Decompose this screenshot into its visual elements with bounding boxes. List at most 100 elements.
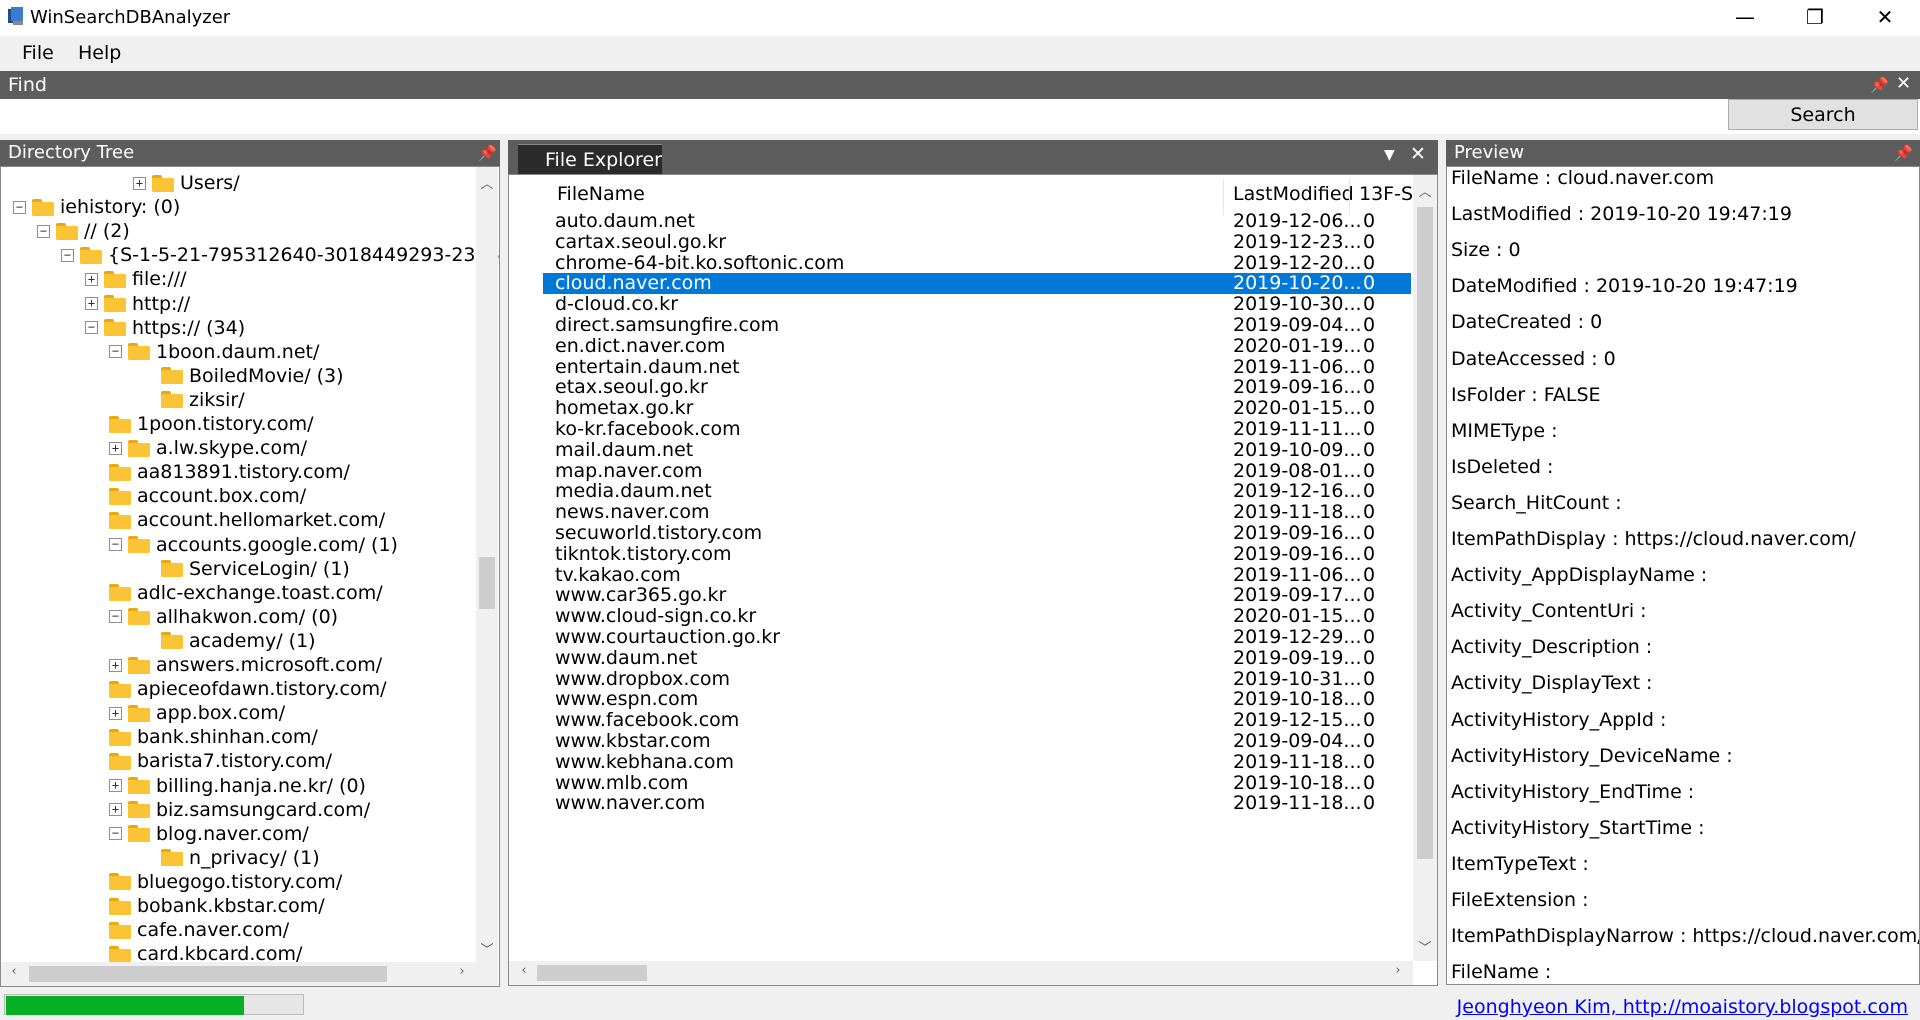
scroll-down-icon[interactable]: ﹀ [1416, 937, 1434, 956]
file-vertical-scrollbar[interactable]: ︿ ﹀ [1413, 175, 1437, 961]
tree-item[interactable]: 1poon.tistory.com/ [109, 412, 314, 436]
table-row[interactable]: www.espn.com 2019-10-18... 0 [543, 688, 1411, 710]
table-row[interactable]: d-cloud.co.kr 2019-10-30... 0 [543, 293, 1411, 315]
minimize-button[interactable]: — [1710, 0, 1780, 34]
tree-item[interactable]: − 1boon.daum.net/ [109, 340, 319, 364]
scroll-right-icon[interactable]: › [453, 964, 471, 979]
table-row[interactable]: www.kebhana.com 2019-11-18... 0 [543, 751, 1411, 773]
column-lastmodified[interactable]: LastModified [1233, 183, 1354, 205]
table-row[interactable]: entertain.daum.net 2019-11-06... 0 [543, 356, 1411, 378]
expand-icon[interactable]: + [133, 176, 146, 190]
table-row[interactable]: www.naver.com 2019-11-18... 0 [543, 792, 1411, 814]
table-row[interactable]: tikntok.tistory.com 2019-09-16... 0 [543, 543, 1411, 565]
tree-item[interactable]: − // (2) [37, 219, 130, 243]
tree-item[interactable]: − {S-1-5-21-795312640-3018449293-2336697 [61, 243, 499, 267]
tree-item[interactable]: aa813891.tistory.com/ [109, 460, 350, 484]
scroll-down-icon[interactable]: ﹀ [478, 939, 496, 958]
tree-item[interactable]: apieceofdawn.tistory.com/ [109, 677, 387, 701]
scroll-left-icon[interactable]: ‹ [5, 964, 23, 979]
expand-icon[interactable]: + [109, 706, 122, 720]
column-13f-s[interactable]: 13F-S [1359, 183, 1413, 205]
tree-item[interactable]: − allhakwon.com/ (0) [109, 605, 338, 629]
collapse-icon[interactable]: − [109, 345, 122, 359]
table-row[interactable]: media.daum.net 2019-12-16... 0 [543, 480, 1411, 502]
expand-icon[interactable]: + [109, 658, 122, 672]
table-row[interactable]: direct.samsungfire.com 2019-09-04... 0 [543, 314, 1411, 336]
scroll-up-icon[interactable]: ︿ [1416, 181, 1434, 200]
table-row[interactable]: secuworld.tistory.com 2019-09-16... 0 [543, 522, 1411, 544]
collapse-icon[interactable]: − [109, 827, 122, 841]
tree-item[interactable]: − blog.naver.com/ [109, 822, 309, 846]
expand-icon[interactable]: + [85, 297, 98, 310]
tree-item[interactable]: account.box.com/ [109, 484, 306, 508]
expand-icon[interactable]: + [109, 803, 122, 817]
table-row[interactable]: www.dropbox.com 2019-10-31... 0 [543, 668, 1411, 690]
tree-item[interactable]: account.hellomarket.com/ [109, 508, 385, 532]
tree-item[interactable]: academy/ (1) [161, 629, 316, 653]
table-row[interactable]: hometax.go.kr 2020-01-15... 0 [543, 397, 1411, 419]
expand-icon[interactable]: + [109, 779, 122, 792]
tree-item[interactable]: + app.box.com/ [109, 701, 285, 725]
table-row[interactable]: cartax.seoul.go.kr 2019-12-23... 0 [543, 231, 1411, 253]
menu-file[interactable]: File [22, 42, 54, 64]
tree-item[interactable]: bluegogo.tistory.com/ [109, 870, 342, 894]
tree-item[interactable]: − accounts.google.com/ (1) [109, 533, 398, 557]
tree-item[interactable]: ziksir/ [161, 388, 245, 412]
tree-vertical-scrollbar[interactable]: ︿ ﹀ [476, 167, 498, 962]
table-row[interactable]: en.dict.naver.com 2020-01-19... 0 [543, 335, 1411, 357]
table-row[interactable]: www.cloud-sign.co.kr 2020-01-15... 0 [543, 605, 1411, 627]
scroll-thumb[interactable] [29, 966, 387, 982]
tree-item[interactable]: bank.shinhan.com/ [109, 725, 318, 749]
table-row[interactable]: auto.daum.net 2019-12-06... 0 [543, 210, 1411, 232]
pin-icon[interactable]: 📌 [478, 144, 497, 162]
table-row[interactable]: map.naver.com 2019-08-01... 0 [543, 460, 1411, 482]
tree-item[interactable]: + Users/ [133, 171, 240, 195]
scroll-thumb[interactable] [1417, 207, 1433, 859]
tree-item[interactable]: BoiledMovie/ (3) [161, 364, 344, 388]
tree-item[interactable]: − https:// (34) [85, 316, 245, 340]
scroll-thumb[interactable] [537, 965, 647, 981]
tree-horizontal-scrollbar[interactable]: ‹ › [1, 962, 498, 986]
collapse-icon[interactable]: − [109, 610, 122, 624]
tree-item[interactable]: n_privacy/ (1) [161, 846, 320, 870]
close-icon[interactable]: ✕ [1410, 143, 1426, 165]
close-icon[interactable]: ✕ [1896, 73, 1911, 94]
table-row[interactable]: etax.seoul.go.kr 2019-09-16... 0 [543, 376, 1411, 398]
collapse-icon[interactable]: − [85, 321, 98, 335]
menu-help[interactable]: Help [78, 42, 121, 64]
table-row[interactable]: ko-kr.facebook.com 2019-11-11... 0 [543, 418, 1411, 440]
tree-item[interactable]: + biz.samsungcard.com/ [109, 798, 370, 822]
tree-item[interactable]: + http:// [85, 292, 190, 316]
collapse-icon[interactable]: − [13, 200, 26, 214]
scroll-thumb[interactable] [479, 557, 495, 609]
table-row[interactable]: mail.daum.net 2019-10-09... 0 [543, 439, 1411, 461]
maximize-button[interactable]: ❐ [1780, 0, 1850, 34]
table-row[interactable]: tv.kakao.com 2019-11-06... 0 [543, 564, 1411, 586]
author-link[interactable]: Jeonghyeon Kim, http://moaistory.blogspo… [1457, 996, 1908, 1018]
collapse-icon[interactable]: − [37, 224, 50, 238]
tree-item[interactable]: barista7.tistory.com/ [109, 749, 332, 773]
tree-item[interactable]: cafe.naver.com/ [109, 918, 289, 942]
tree-item[interactable]: − iehistory: (0) [13, 195, 180, 219]
expand-icon[interactable]: + [85, 272, 98, 286]
dropdown-icon[interactable]: ▼ [1384, 147, 1395, 163]
table-row[interactable]: www.car365.go.kr 2019-09-17... 0 [543, 584, 1411, 606]
table-row[interactable]: www.mlb.com 2019-10-18... 0 [543, 772, 1411, 794]
scroll-right-icon[interactable]: › [1389, 963, 1407, 978]
table-row[interactable]: www.courtauction.go.kr 2019-12-29... 0 [543, 626, 1411, 648]
close-button[interactable]: ✕ [1850, 0, 1920, 34]
table-row[interactable]: www.kbstar.com 2019-09-04... 0 [543, 730, 1411, 752]
tree-item[interactable]: + billing.hanja.ne.kr/ (0) [109, 774, 366, 798]
scroll-up-icon[interactable]: ︿ [478, 173, 496, 192]
tree-item[interactable]: + answers.microsoft.com/ [109, 653, 382, 677]
table-row[interactable]: news.naver.com 2019-11-18... 0 [543, 501, 1411, 523]
tree-item[interactable]: adlc-exchange.toast.com/ [109, 581, 383, 605]
expand-icon[interactable]: + [109, 441, 122, 455]
collapse-icon[interactable]: − [61, 248, 74, 262]
table-row[interactable]: chrome-64-bit.ko.softonic.com 2019-12-20.… [543, 252, 1411, 274]
tab-file-explorer[interactable]: File Explorer [518, 144, 662, 174]
tree-item[interactable]: ServiceLogin/ (1) [161, 557, 350, 581]
table-row[interactable]: cloud.naver.com 2019-10-20... 0 [543, 272, 1411, 294]
file-horizontal-scrollbar[interactable]: ‹ › [509, 961, 1413, 985]
scroll-left-icon[interactable]: ‹ [515, 963, 533, 978]
